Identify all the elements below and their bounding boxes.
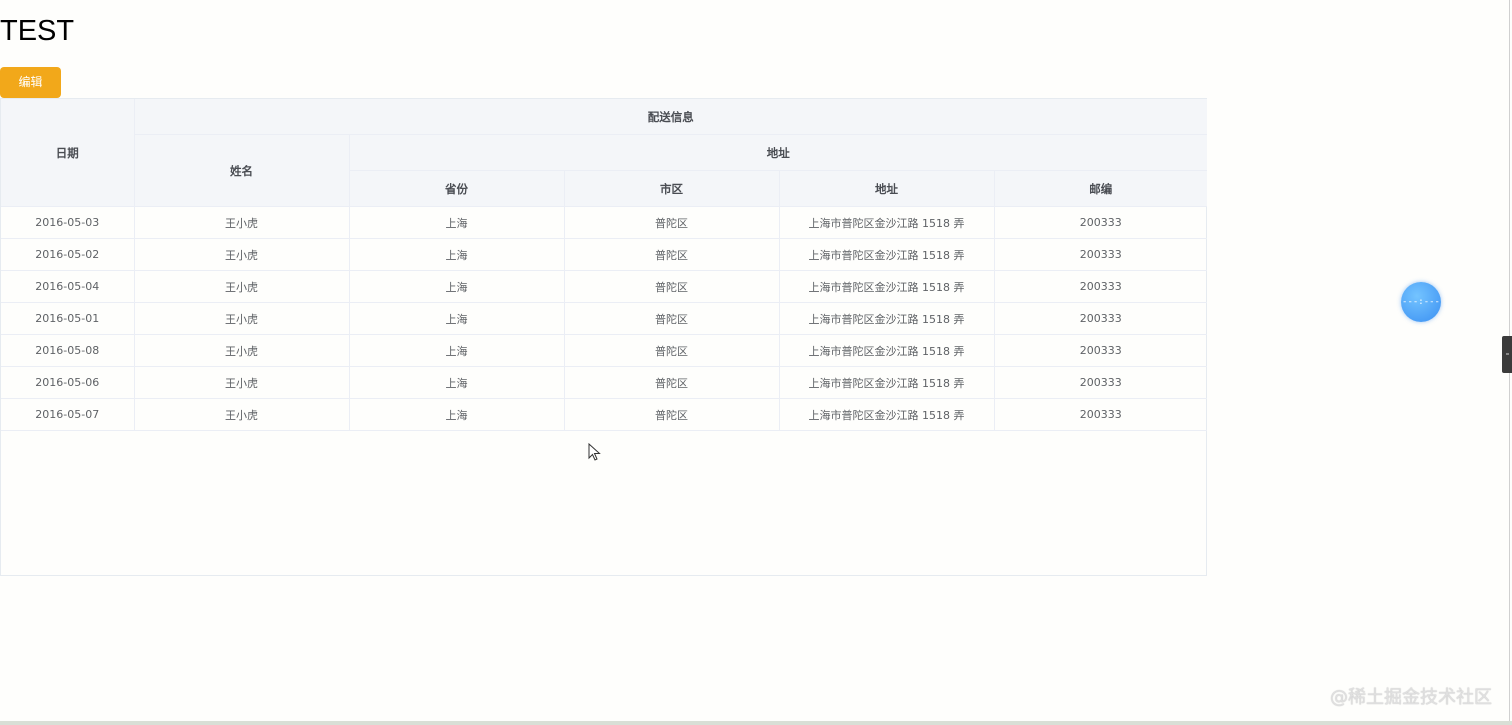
table-row[interactable]: 2016-05-03 王小虎 上海 普陀区 上海市普陀区金沙江路 1518 弄 … [1,206,1208,239]
page: TEST 编辑 日期 配送信息 姓名 地址 省份 市区 地址 邮编 2016-0… [0,0,1512,725]
table-row[interactable]: 2016-05-04 王小虎 上海 普陀区 上海市普陀区金沙江路 1518 弄 … [1,270,1208,303]
cell-name: 王小虎 [134,206,350,239]
cell-city: 普陀区 [564,206,780,239]
cell-zip: 200333 [994,366,1208,399]
cell-city: 普陀区 [564,334,780,367]
header-delivery: 配送信息 [134,99,1208,135]
cell-address: 上海市普陀区金沙江路 1518 弄 [779,398,995,431]
cell-name: 王小虎 [134,238,350,271]
header-name[interactable]: 姓名 [134,134,350,207]
data-table: 日期 配送信息 姓名 地址 省份 市区 地址 邮编 2016-05-03 王小虎 [0,98,1208,576]
cell-address: 上海市普陀区金沙江路 1518 弄 [779,302,995,335]
cell-zip: 200333 [994,206,1208,239]
header-date[interactable]: 日期 [1,99,135,207]
table-row[interactable]: 2016-05-01 王小虎 上海 普陀区 上海市普陀区金沙江路 1518 弄 … [1,302,1208,335]
header-zip[interactable]: 邮编 [994,170,1208,207]
table-row[interactable]: 2016-05-07 王小虎 上海 普陀区 上海市普陀区金沙江路 1518 弄 … [1,398,1208,431]
cell-province: 上海 [349,206,565,239]
cell-address: 上海市普陀区金沙江路 1518 弄 [779,334,995,367]
cell-address: 上海市普陀区金沙江路 1518 弄 [779,206,995,239]
header-city[interactable]: 市区 [564,170,780,207]
cell-date: 2016-05-06 [1,366,135,399]
cell-city: 普陀区 [564,238,780,271]
table-body: 2016-05-03 王小虎 上海 普陀区 上海市普陀区金沙江路 1518 弄 … [1,206,1208,431]
cell-name: 王小虎 [134,270,350,303]
cell-date: 2016-05-01 [1,302,135,335]
cell-province: 上海 [349,302,565,335]
cell-province: 上海 [349,366,565,399]
cell-name: 王小虎 [134,334,350,367]
floating-action-ball[interactable]: ---:--- [1401,282,1441,322]
cell-address: 上海市普陀区金沙江路 1518 弄 [779,238,995,271]
cell-city: 普陀区 [564,366,780,399]
cell-zip: 200333 [994,334,1208,367]
cell-city: 普陀区 [564,398,780,431]
header-address[interactable]: 地址 [779,170,995,207]
table-header: 日期 配送信息 姓名 地址 省份 市区 地址 邮编 [1,99,1208,207]
cell-province: 上海 [349,398,565,431]
cell-zip: 200333 [994,398,1208,431]
watermark: @稀土掘金技术社区 [1330,687,1492,708]
cell-city: 普陀区 [564,302,780,335]
header-address-group: 地址 [349,134,1208,171]
cell-date: 2016-05-04 [1,270,135,303]
table-row[interactable]: 2016-05-08 王小虎 上海 普陀区 上海市普陀区金沙江路 1518 弄 … [1,334,1208,367]
cell-name: 王小虎 [134,366,350,399]
cell-date: 2016-05-03 [1,206,135,239]
cell-name: 王小虎 [134,302,350,335]
cell-zip: 200333 [994,270,1208,303]
cell-province: 上海 [349,238,565,271]
cell-zip: 200333 [994,302,1208,335]
cell-date: 2016-05-08 [1,334,135,367]
table: 日期 配送信息 姓名 地址 省份 市区 地址 邮编 2016-05-03 王小虎 [1,99,1208,431]
cell-date: 2016-05-02 [1,238,135,271]
table-row[interactable]: 2016-05-06 王小虎 上海 普陀区 上海市普陀区金沙江路 1518 弄 … [1,366,1208,399]
cell-province: 上海 [349,334,565,367]
bottom-divider [0,721,1512,725]
cell-address: 上海市普陀区金沙江路 1518 弄 [779,270,995,303]
mouse-cursor-icon [588,443,601,461]
cell-name: 王小虎 [134,398,350,431]
cell-date: 2016-05-07 [1,398,135,431]
table-row[interactable]: 2016-05-02 王小虎 上海 普陀区 上海市普陀区金沙江路 1518 弄 … [1,238,1208,271]
cell-zip: 200333 [994,238,1208,271]
header-province[interactable]: 省份 [349,170,565,207]
side-panel-handle[interactable] [1502,336,1512,373]
cell-city: 普陀区 [564,270,780,303]
page-title: TEST [0,15,75,47]
cell-province: 上海 [349,270,565,303]
edit-button[interactable]: 编辑 [0,67,61,98]
cell-address: 上海市普陀区金沙江路 1518 弄 [779,366,995,399]
